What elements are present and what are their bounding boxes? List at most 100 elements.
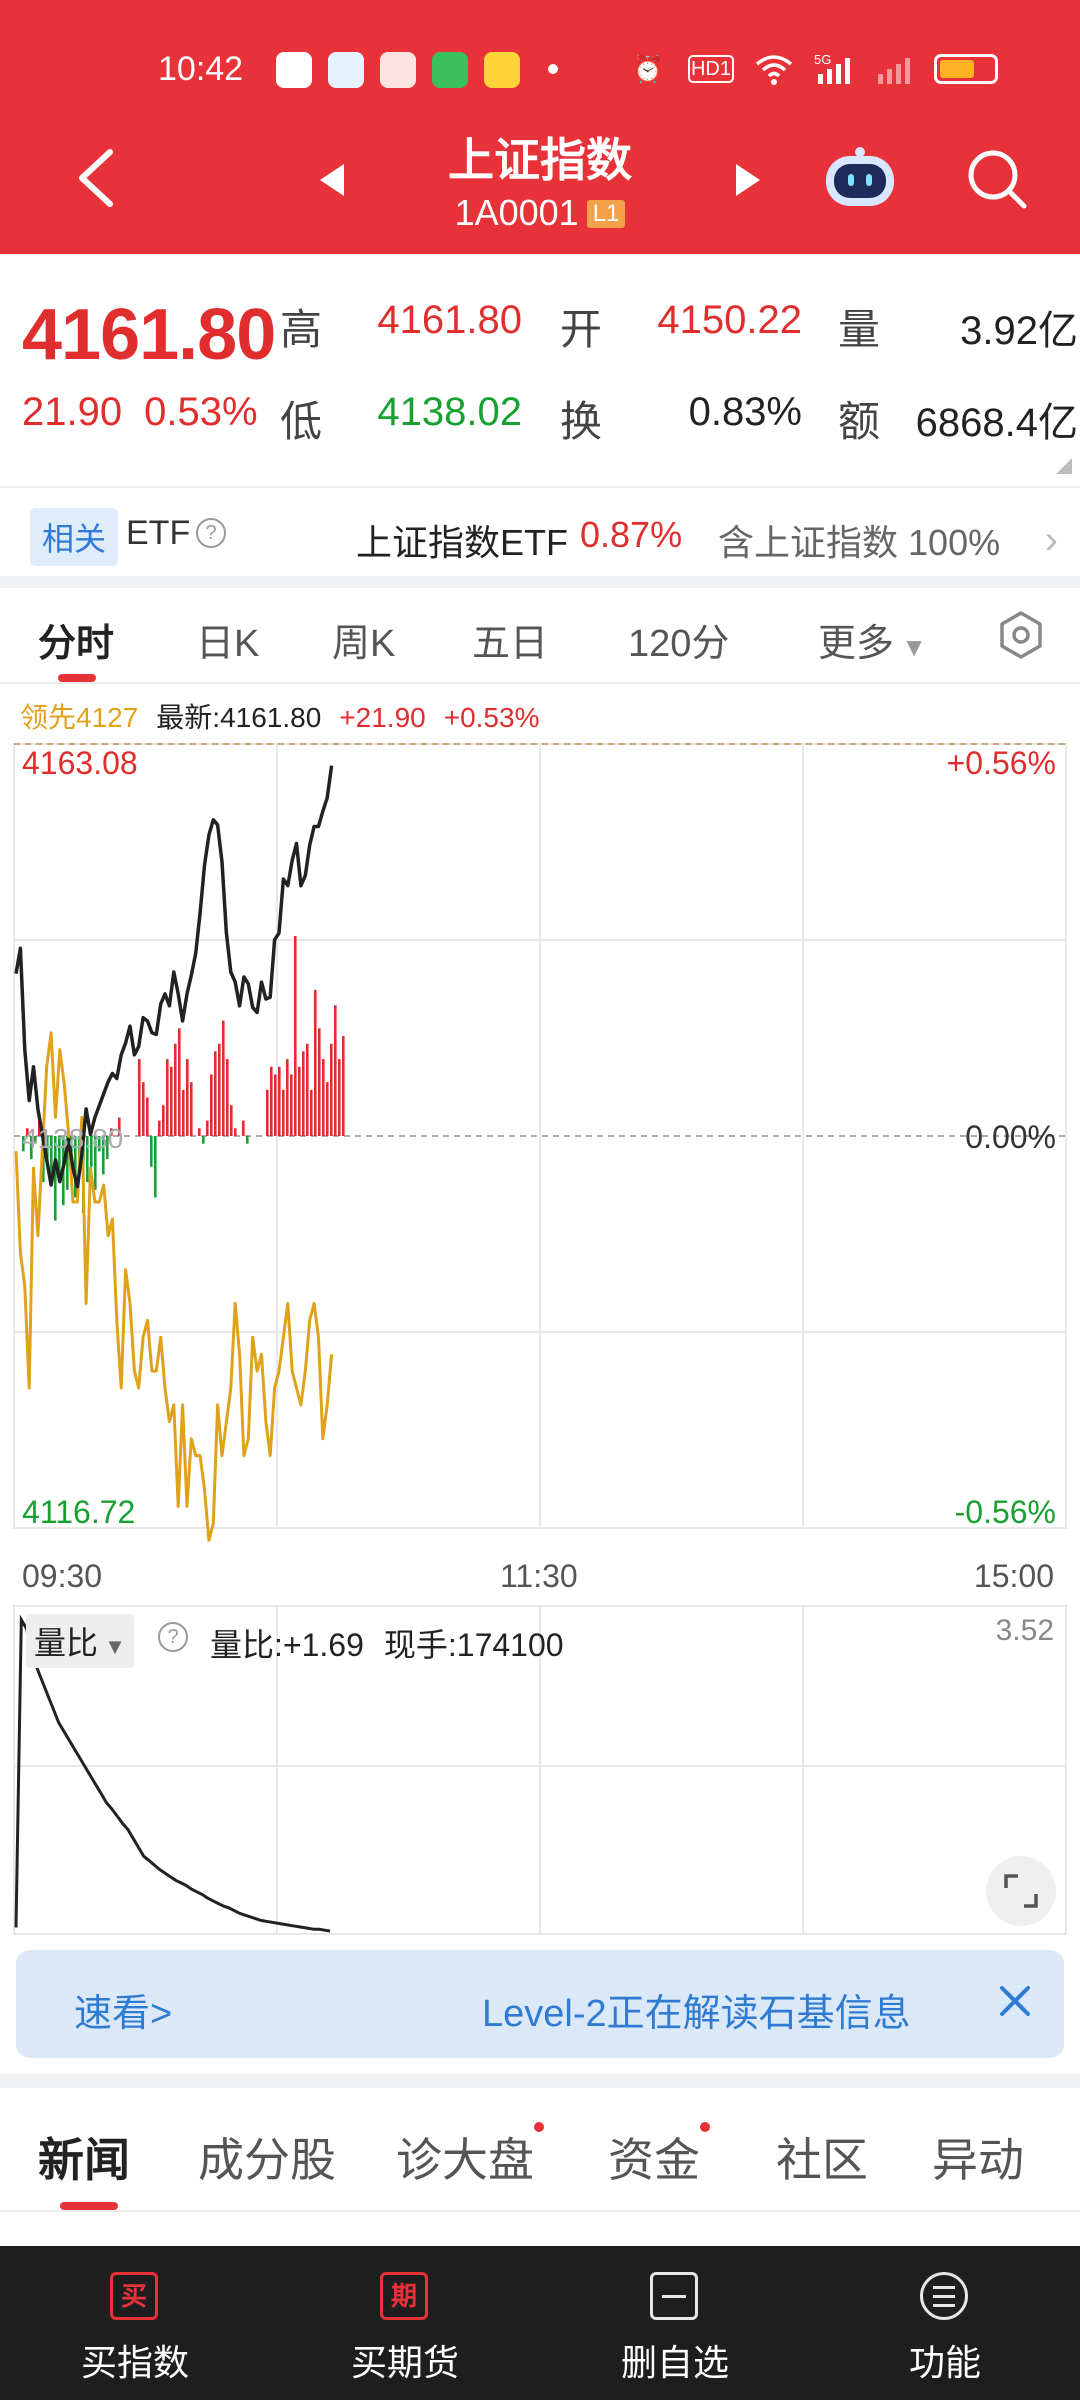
volume-bar [214,1051,217,1136]
minus-square-icon [650,2272,698,2320]
tab-weekly-k[interactable]: 周K [332,612,395,667]
open-label: 开 [560,306,603,353]
tab-120min[interactable]: 120分 [628,612,729,667]
tab-movement[interactable]: 异动 [932,2124,1024,2190]
level-badge: L1 [586,200,626,228]
amount-label: 额 [838,398,881,445]
page-title: 上证指数 [448,134,632,186]
volume-bar [322,1059,325,1136]
more-notifications-dot [548,64,558,74]
intraday-chart[interactable]: 4163.08 4116.72 4138.80 +0.56% 0.00% -0.… [0,730,1080,1560]
volume-bar [154,1136,157,1198]
status-bar: 10:42 ⏰ HD1 5G [0,40,1080,100]
bottom-action-bar: 买 买指数 期 买期货 删自选 功能 [0,2246,1080,2400]
tab-components[interactable]: 成分股 [198,2124,336,2190]
volume-bar [170,1066,173,1136]
news-tabs: 新闻 成分股 诊大盘 资金 社区 异动 [0,2088,1080,2212]
fullscreen-icon[interactable] [986,1856,1056,1926]
tab-news[interactable]: 新闻 [38,2124,130,2190]
functions-button[interactable]: 功能 [810,2246,1080,2400]
tab-more[interactable]: 更多 ▼ [818,612,927,667]
current-price: 4161.80 [22,295,276,375]
volume-bar [282,1089,285,1136]
open-value: 4150.22 [657,298,802,342]
volume-bar [226,1059,229,1136]
volume-bar [162,1105,165,1136]
volume-bar [266,1089,269,1136]
volume-bar [318,1028,321,1136]
low-value: 4138.02 [377,390,522,434]
volume-bar [146,1097,149,1136]
phone-icon [432,52,468,88]
status-icons: ⏰ HD1 5G [628,52,998,86]
indicator-selector[interactable]: 量比 ▼ [26,1614,134,1668]
volume-bar [186,1059,189,1136]
high-label: 高 [280,306,323,353]
expand-corner-icon[interactable] [1056,458,1072,474]
tab-intraday[interactable]: 分时 [38,612,114,667]
tab-daily-k[interactable]: 日K [196,612,259,667]
related-tag: 相关 [30,508,119,566]
time-axis-start: 09:30 [22,1558,103,1594]
divider [0,576,1080,588]
wifi-icon [754,52,794,86]
volume-bar [314,989,317,1136]
next-stock-icon[interactable] [734,162,762,198]
lead-value: 领先4127 [20,702,139,733]
menu-circle-icon [920,2272,968,2320]
header-bar: 10:42 ⏰ HD1 5G 上证指数 1A0001 L1 [0,0,1080,254]
help-icon[interactable]: ? [158,1622,188,1652]
pct-max-label: +0.56% [947,745,1056,781]
quote-panel: 4161.80 21.90 0.53% 高 4161.80 开 4150.22 量… [0,254,1080,484]
level2-banner[interactable]: 速看> Level-2正在解读石基信息 [16,1950,1064,2058]
divider [0,2074,1080,2088]
signal-icon [874,52,914,86]
chart-tabs: 分时 日K 周K 五日 120分 更多 ▼ [0,588,1080,684]
buy-futures-button[interactable]: 期 买期货 [270,2246,540,2400]
change-percent: 0.53% [144,390,258,434]
info-change-pct: +0.53% [443,702,540,733]
volume-bar [190,1082,193,1136]
buy-index-button[interactable]: 买 买指数 [0,2246,270,2400]
status-time: 10:42 [158,50,244,88]
pct-min-label: -0.56% [955,1494,1056,1530]
etf-name: 上证指数ETF [356,522,568,563]
functions-label: 功能 [908,2342,981,2383]
settings-hex-icon[interactable] [996,610,1046,660]
related-etf-row[interactable]: 相关 ETF ? 上证指数ETF 0.87% 含上证指数 100% › [0,486,1080,582]
hd-icon: HD1 [688,55,734,83]
volume-bar [330,1043,333,1136]
volume-bar [286,1059,289,1136]
low-label: 低 [280,398,323,445]
close-icon[interactable] [992,1978,1038,2024]
volume-bar [178,1028,181,1136]
volume-bar [246,1136,249,1144]
tab-community[interactable]: 社区 [776,2124,868,2190]
volume-bar [242,1120,245,1136]
signal-5g-icon: 5G [814,52,854,86]
title-row: 上证指数 1A0001 L1 [0,118,1080,238]
help-icon[interactable]: ? [196,518,226,548]
app-notification-icon [328,52,364,88]
volume-bar [150,1136,153,1167]
volume-bar [138,1059,141,1136]
volume-bar [182,1089,185,1136]
volume-bar [234,1128,237,1136]
volume-bar [274,1074,277,1136]
tab-capital[interactable]: 资金 [608,2124,700,2190]
search-icon[interactable] [966,148,1028,210]
volume-ratio-max: 3.52 [995,1614,1054,1647]
app-notification-icon [484,52,520,88]
turnover-value: 0.83% [688,390,802,434]
tab-five-day[interactable]: 五日 [472,612,548,667]
tab-more-label: 更多 [818,623,895,665]
notification-dot [700,2122,710,2132]
volume-bar [294,936,297,1136]
quick-view-link[interactable]: 速看> [74,1982,172,2037]
tab-diagnosis[interactable]: 诊大盘 [396,2124,534,2190]
remove-watchlist-button[interactable]: 删自选 [540,2246,810,2400]
volume-bar [210,1074,213,1136]
robot-assistant-icon[interactable] [822,146,898,212]
volume-bar [338,1059,341,1136]
y-min-label: 4116.72 [22,1494,135,1530]
